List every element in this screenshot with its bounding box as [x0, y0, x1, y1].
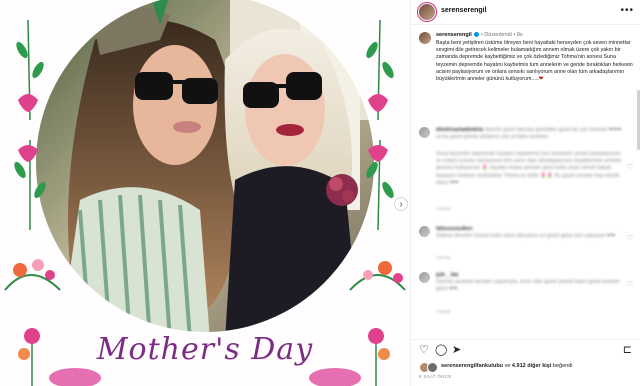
comment-body: Devrimi anneleri anneler yaşamıyla, anne…: [436, 279, 620, 293]
likes-connector: ve: [504, 363, 511, 369]
share-icon[interactable]: ➤: [452, 344, 461, 356]
comment-text: Suna teyzemin depremde hayatını kaybetmi…: [436, 151, 624, 187]
likes-suffix: beğendi: [552, 363, 573, 369]
heart-emoji: ❤: [538, 76, 544, 83]
likes-others[interactable]: 4.912 diğer kişi: [512, 363, 551, 369]
avatar[interactable]: [419, 4, 435, 20]
comment-heart-icon[interactable]: ♡: [627, 280, 633, 288]
comment-username[interactable]: fatiuzunoulken: [436, 226, 473, 232]
comment-body: Selenin Anneler Günün kutlu olsun dünyan…: [436, 233, 616, 240]
comment-username[interactable]: dimitrisartadimitria: [436, 127, 483, 133]
liker-username[interactable]: serenserengilfankulubu: [441, 363, 503, 369]
bookmark-icon[interactable]: ⊏: [623, 344, 632, 356]
heart-outline-icon[interactable]: ♡: [419, 344, 429, 356]
mothers-day-illustration: [4, 0, 406, 386]
chevron-right-icon[interactable]: ›: [394, 197, 408, 211]
comment-icon[interactable]: ◯: [435, 344, 447, 356]
comment-avatar[interactable]: [419, 127, 430, 138]
edited-label: Düzenlendi: [484, 32, 512, 38]
post-sidebar: serenserengil ••• serenserengil • Düzenl…: [410, 0, 640, 386]
caption-avatar[interactable]: [419, 32, 431, 44]
mothers-day-text: Mother's Day: [96, 332, 314, 367]
comment-heart-icon[interactable]: ♡: [627, 234, 633, 242]
comment-heart-icon[interactable]: ♡: [627, 163, 633, 171]
verified-icon: [474, 32, 480, 38]
comment-reply[interactable]: Yanıtla: [436, 256, 451, 261]
comment-text: fatiuzunoulken Selenin Anneler Günün kutl…: [436, 226, 624, 240]
comment-reply[interactable]: Yanıtla: [436, 310, 451, 315]
liker-avatar[interactable]: [427, 362, 438, 373]
ellipsis-icon[interactable]: •••: [620, 5, 634, 16]
caption-body: Başta beni yetiştiren üstüme titreyen be…: [436, 40, 633, 83]
comment-username[interactable]: pyk__laq: [436, 272, 458, 278]
post-image[interactable]: Mother's Day ›: [0, 0, 410, 386]
action-bar: ♡ ◯ ➤ ⊏ serenserengilfankulubu ve 4.912 …: [411, 339, 640, 386]
comment-avatar[interactable]: [419, 272, 430, 283]
caption-age: 8s: [516, 32, 523, 38]
post-header: serenserengil •••: [411, 0, 640, 25]
post-date: 8 SAAT ÖNCE: [419, 374, 452, 379]
comment-text: pyk__laq Devrimi anneleri anneler yaşamıy…: [436, 272, 624, 294]
comment-avatar[interactable]: [419, 226, 430, 237]
comment-body: Suna teyzemin depremde hayatını kaybetmi…: [436, 151, 622, 186]
caption-username[interactable]: serenserengil: [436, 32, 472, 38]
caption-text: Başta beni yetiştiren üstüme titreyen be…: [436, 40, 634, 83]
caption-header: serenserengil • Düzenlendi • 8s: [436, 32, 523, 38]
comment-reply[interactable]: Yanıtla: [436, 207, 451, 212]
comment-text: dimitrisartadimitria Sizlerin güzel aile…: [436, 127, 624, 141]
post-username[interactable]: serenserengil: [441, 7, 487, 14]
likes-summary: serenserengilfankulubu ve 4.912 diğer ki…: [441, 363, 572, 369]
